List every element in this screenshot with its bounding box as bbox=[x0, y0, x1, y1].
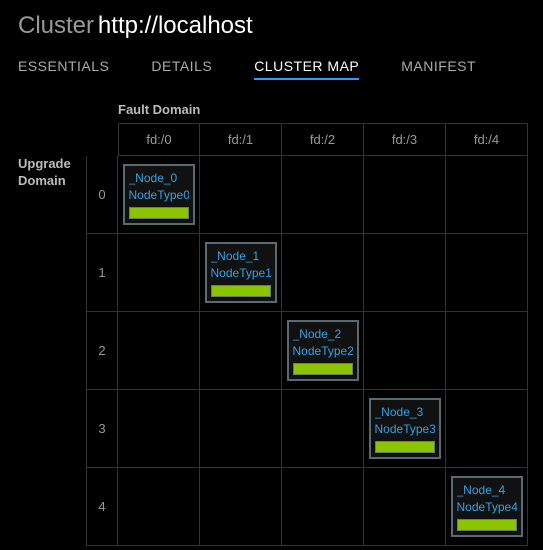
node-type: NodeType0 bbox=[129, 187, 189, 204]
cluster-label: Cluster bbox=[18, 12, 94, 39]
cell-0-0: _Node_0 NodeType0 bbox=[118, 156, 200, 234]
cell-0-4 bbox=[446, 156, 528, 234]
tab-manifest[interactable]: MANIFEST bbox=[401, 58, 476, 80]
cell-0-1 bbox=[200, 156, 282, 234]
health-bar-icon bbox=[211, 285, 271, 297]
fd-header-3: fd:/3 bbox=[364, 123, 446, 156]
upgrade-domain-axis-label: Upgrade Domain bbox=[18, 156, 86, 546]
cell-1-0 bbox=[118, 234, 200, 312]
node-card-4[interactable]: _Node_4 NodeType4 bbox=[451, 476, 523, 537]
cell-1-2 bbox=[282, 234, 364, 312]
cell-1-3 bbox=[364, 234, 446, 312]
node-name: _Node_0 bbox=[129, 170, 189, 187]
cell-3-3: _Node_3 NodeType3 bbox=[364, 390, 446, 468]
cell-3-0 bbox=[118, 390, 200, 468]
cell-2-2: _Node_2 NodeType2 bbox=[282, 312, 364, 390]
ud-header-2: 2 bbox=[86, 312, 118, 390]
fd-header-1: fd:/1 bbox=[200, 123, 282, 156]
cell-4-1 bbox=[200, 468, 282, 546]
cell-4-4: _Node_4 NodeType4 bbox=[446, 468, 528, 546]
ud-header-4: 4 bbox=[86, 468, 118, 546]
tab-bar: ESSENTIALS DETAILS CLUSTER MAP MANIFEST bbox=[18, 58, 525, 80]
health-bar-icon bbox=[375, 441, 435, 453]
cell-3-4 bbox=[446, 390, 528, 468]
tab-cluster-map[interactable]: CLUSTER MAP bbox=[254, 58, 359, 80]
node-name: _Node_4 bbox=[457, 482, 517, 499]
cell-4-2 bbox=[282, 468, 364, 546]
fd-header-0: fd:/0 bbox=[118, 123, 200, 156]
ud-header-1: 1 bbox=[86, 234, 118, 312]
node-type: NodeType2 bbox=[293, 343, 353, 360]
node-name: _Node_1 bbox=[211, 248, 271, 265]
fd-header-4: fd:/4 bbox=[446, 123, 528, 156]
health-bar-icon bbox=[129, 207, 189, 219]
cell-4-0 bbox=[118, 468, 200, 546]
node-name: _Node_2 bbox=[293, 326, 353, 343]
cell-4-3 bbox=[364, 468, 446, 546]
page-title: Cluster http://localhost bbox=[18, 12, 525, 40]
ud-header-3: 3 bbox=[86, 390, 118, 468]
cell-2-0 bbox=[118, 312, 200, 390]
cell-2-4 bbox=[446, 312, 528, 390]
tab-details[interactable]: DETAILS bbox=[151, 58, 212, 80]
cell-3-2 bbox=[282, 390, 364, 468]
ud-header-0: 0 bbox=[86, 156, 118, 234]
cell-3-1 bbox=[200, 390, 282, 468]
cluster-map-grid: Fault Domain fd:/0 fd:/1 fd:/2 fd:/3 fd:… bbox=[18, 102, 525, 546]
node-card-0[interactable]: _Node_0 NodeType0 bbox=[123, 164, 195, 225]
node-name: _Node_3 bbox=[375, 404, 435, 421]
fd-header-2: fd:/2 bbox=[282, 123, 364, 156]
node-type: NodeType1 bbox=[211, 265, 271, 282]
cell-0-2 bbox=[282, 156, 364, 234]
node-card-3[interactable]: _Node_3 NodeType3 bbox=[369, 398, 441, 459]
cell-1-4 bbox=[446, 234, 528, 312]
node-card-2[interactable]: _Node_2 NodeType2 bbox=[287, 320, 359, 381]
node-type: NodeType4 bbox=[457, 499, 517, 516]
health-bar-icon bbox=[293, 363, 353, 375]
cluster-url: http://localhost bbox=[98, 12, 253, 39]
node-type: NodeType3 bbox=[375, 421, 435, 438]
health-bar-icon bbox=[457, 519, 517, 531]
cell-0-3 bbox=[364, 156, 446, 234]
tab-essentials[interactable]: ESSENTIALS bbox=[18, 58, 109, 80]
cell-2-3 bbox=[364, 312, 446, 390]
fault-domain-axis-label: Fault Domain bbox=[118, 102, 528, 123]
cell-1-1: _Node_1 NodeType1 bbox=[200, 234, 282, 312]
cell-2-1 bbox=[200, 312, 282, 390]
node-card-1[interactable]: _Node_1 NodeType1 bbox=[205, 242, 277, 303]
